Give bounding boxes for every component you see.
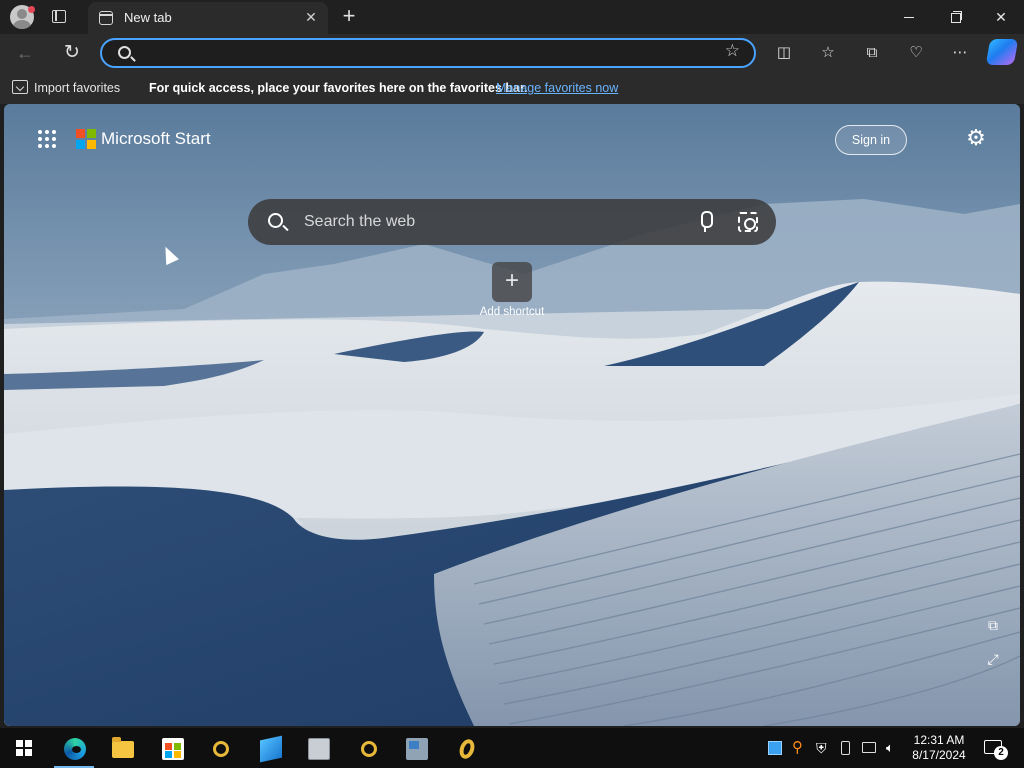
tray-app-icon[interactable] <box>768 741 782 755</box>
notification-count: 2 <box>994 746 1008 760</box>
tab-title: New tab <box>124 10 172 25</box>
web-search-box[interactable] <box>248 199 776 245</box>
open-image-icon[interactable]: ⧉ <box>984 616 1002 634</box>
add-favorite-star-icon[interactable]: ☆ <box>725 41 740 61</box>
windows-start-icon[interactable] <box>16 740 32 756</box>
profile-status-dot <box>28 6 35 13</box>
expand-icon[interactable]: ⤢ <box>984 650 1002 668</box>
manage-favorites-link[interactable]: Manage favorites now <box>496 81 618 95</box>
microsoft-logo-icon <box>76 129 96 149</box>
back-arrow-icon[interactable]: ← <box>16 42 40 64</box>
window-app-icon <box>308 738 330 760</box>
search-icon <box>268 213 283 228</box>
minimize-button[interactable] <box>886 0 932 34</box>
sign-in-button[interactable]: Sign in <box>835 125 907 155</box>
store-icon <box>162 738 184 760</box>
browser-essentials-icon[interactable]: ♡ <box>903 41 929 65</box>
refresh-icon[interactable]: ↻ <box>60 42 84 64</box>
favorites-bar: Import favorites For quick access, place… <box>0 72 1024 104</box>
import-favorites-icon[interactable] <box>12 80 28 94</box>
import-favorites-button[interactable]: Import favorites <box>34 81 120 95</box>
system-clock[interactable]: 12:31 AM 8/17/2024 <box>904 733 974 763</box>
new-tab-button[interactable]: + <box>336 4 362 30</box>
taskbar-ring-app-2[interactable] <box>348 732 388 766</box>
blue-app-icon <box>260 735 282 763</box>
tab-new-tab[interactable]: New tab ✕ <box>88 2 328 34</box>
add-shortcut-label: Add shortcut <box>479 306 545 318</box>
file-explorer-icon <box>112 737 134 758</box>
apps-launcher-icon[interactable] <box>38 130 58 150</box>
taskbar-blue-app[interactable] <box>250 732 290 766</box>
close-tab-icon[interactable]: ✕ <box>302 8 320 26</box>
web-search-input[interactable] <box>304 212 684 232</box>
microsoft-start-brand[interactable]: Microsoft Start <box>101 129 211 149</box>
taskbar-gold-ring-app[interactable] <box>446 732 486 766</box>
network-icon[interactable] <box>862 742 876 753</box>
collections-icon[interactable]: ⧉ <box>859 41 885 65</box>
ring-app-icon <box>213 741 229 757</box>
microphone-icon[interactable] <box>698 211 713 233</box>
clock-date: 8/17/2024 <box>912 748 966 762</box>
address-bar[interactable]: ☆ <box>100 38 756 68</box>
taskbar-computer-app[interactable] <box>396 732 436 766</box>
more-options-icon[interactable]: ⋯ <box>947 41 973 65</box>
taskbar: ⚲ ⛨ 🔈︎ 12:31 AM 8/17/2024 2 <box>0 728 1024 768</box>
usb-device-icon[interactable] <box>841 741 850 755</box>
browser-toolbar: ← ↻ ☆ ◫ ☆ ⧉ ♡ ⋯ <box>0 34 1024 72</box>
tab-actions-icon[interactable] <box>48 7 70 27</box>
ring-app-icon <box>361 741 377 757</box>
taskbar-store[interactable] <box>152 732 192 766</box>
new-tab-page: Microsoft Start Sign in ⚙ + Add shortcut… <box>4 104 1020 726</box>
background-image <box>4 104 1020 726</box>
title-bar: New tab ✕ + ✕ <box>0 0 1024 34</box>
taskbar-ring-app[interactable] <box>200 732 240 766</box>
taskbar-edge[interactable] <box>54 732 94 768</box>
new-tab-page-icon <box>99 11 113 25</box>
split-screen-icon[interactable]: ◫ <box>771 41 797 65</box>
copilot-icon[interactable] <box>985 39 1019 65</box>
search-icon <box>118 46 131 59</box>
edge-icon <box>64 738 86 760</box>
computer-app-icon <box>406 738 428 760</box>
add-shortcut-button[interactable]: + <box>492 262 532 302</box>
notification-center-icon[interactable]: 2 <box>984 738 1008 760</box>
restore-button[interactable] <box>932 0 978 34</box>
clock-time: 12:31 AM <box>913 733 965 747</box>
gold-ring-app-icon <box>457 737 477 761</box>
favorites-bar-message: For quick access, place your favorites h… <box>149 81 528 95</box>
close-window-button[interactable]: ✕ <box>978 0 1024 34</box>
volume-muted-icon[interactable]: 🔈︎ <box>886 741 900 755</box>
defender-shield-icon[interactable]: ⛨ <box>816 741 830 755</box>
favorites-icon[interactable]: ☆ <box>815 41 841 65</box>
gear-icon[interactable]: ⚙ <box>964 126 988 150</box>
taskbar-file-explorer[interactable] <box>102 732 142 766</box>
taskbar-window-app[interactable] <box>298 732 338 766</box>
tray-search-icon[interactable]: ⚲ <box>792 740 806 755</box>
visual-search-icon[interactable] <box>738 212 758 232</box>
address-input[interactable] <box>142 44 702 62</box>
